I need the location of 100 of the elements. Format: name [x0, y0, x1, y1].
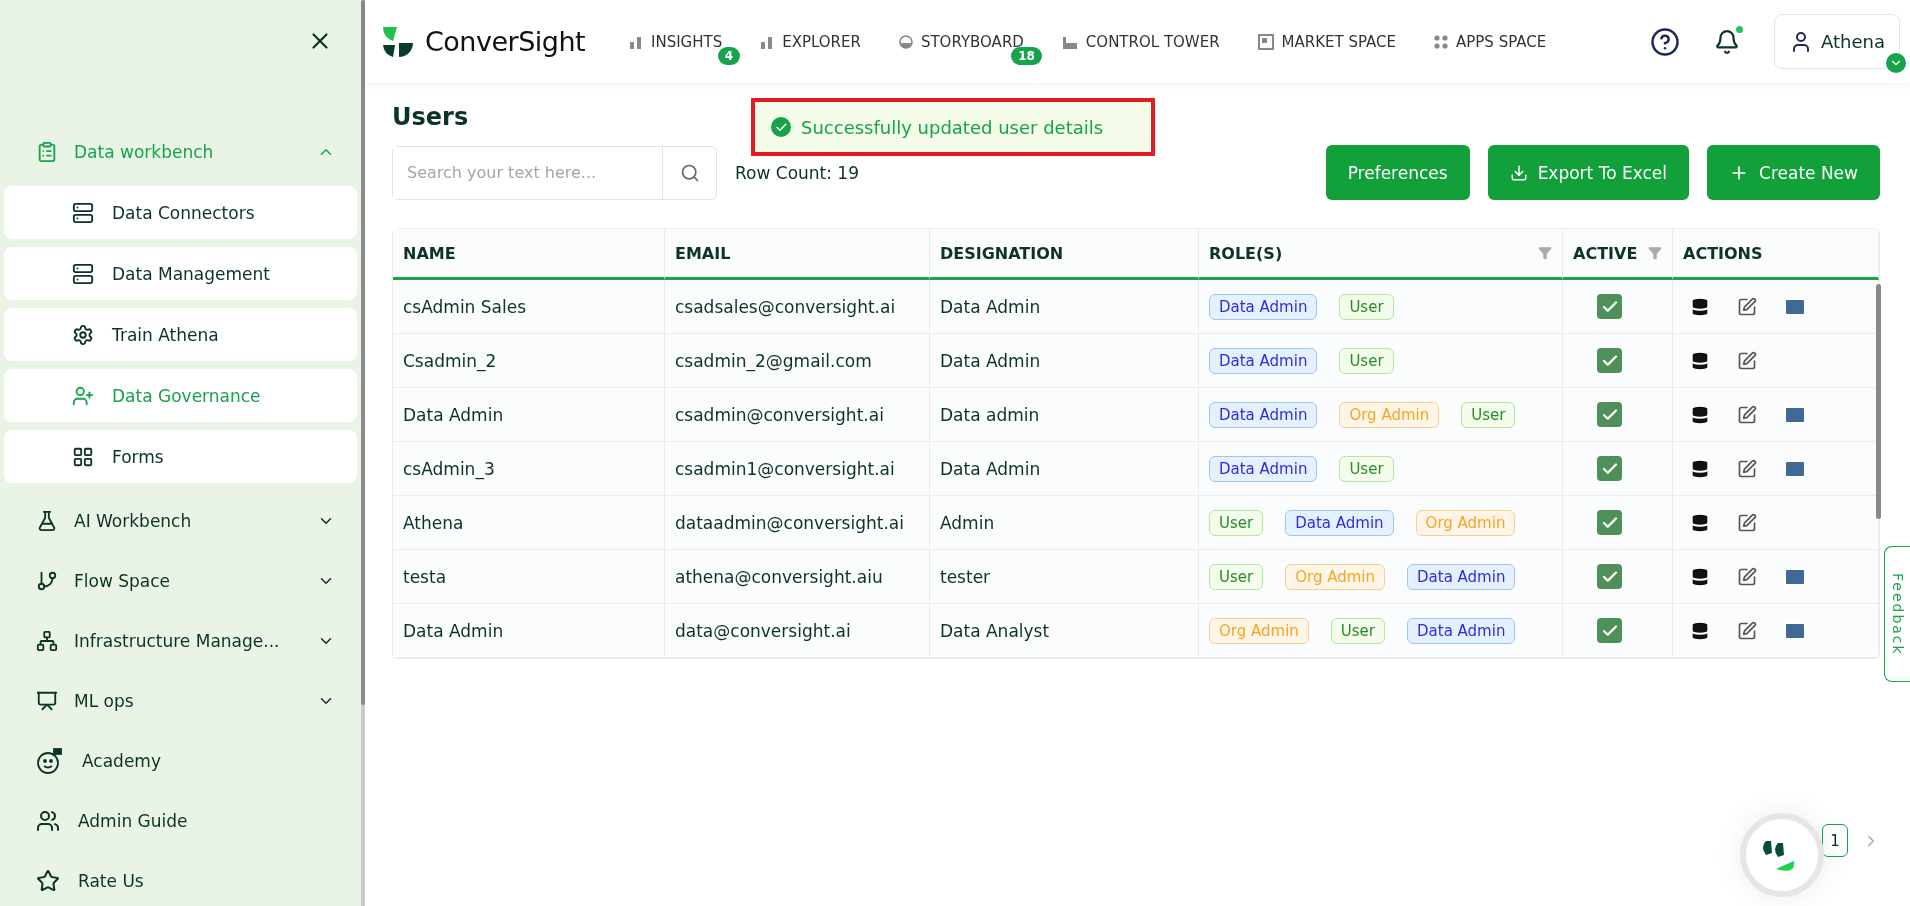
role-tag: Org Admin — [1339, 401, 1440, 428]
edit-icon[interactable] — [1737, 350, 1757, 371]
toast-message: Successfully updated user details — [801, 116, 1104, 138]
table-cell: csAdmin_3 — [393, 442, 665, 496]
role-tag: Data Admin — [1285, 509, 1394, 536]
table-cell: csadmin_2@gmail.com — [665, 334, 930, 388]
database-icon[interactable] — [1689, 457, 1711, 480]
sidebar-link[interactable]: Admin Guide — [0, 791, 361, 851]
role-tag: Data Admin — [1407, 617, 1516, 644]
active-checkbox[interactable] — [1597, 618, 1622, 643]
help-icon[interactable] — [1650, 26, 1680, 57]
role-tag: User — [1339, 293, 1394, 320]
column-header[interactable]: NAME — [393, 229, 665, 280]
smiley-icon — [36, 747, 64, 775]
role-tag: Data Admin — [1407, 563, 1516, 590]
sidebar-item-icon — [36, 510, 58, 532]
table-cell: Data Admin — [930, 280, 1199, 334]
table-cell: testa — [393, 550, 665, 604]
database-icon[interactable] — [1689, 619, 1711, 642]
sidebar-item-icon — [72, 445, 94, 468]
sidebar-item[interactable]: Forms — [4, 430, 357, 483]
nav-link[interactable]: MARKET SPACE — [1257, 32, 1396, 51]
role-tag: User — [1209, 563, 1264, 590]
role-tag: User — [1339, 455, 1394, 482]
sidebar-item-icon — [36, 630, 58, 652]
active-checkbox[interactable] — [1597, 402, 1622, 427]
download-icon — [1509, 163, 1528, 182]
edit-icon[interactable] — [1737, 512, 1757, 533]
table-cell: Data Admin — [393, 388, 665, 442]
table-cell: Data Admin — [930, 442, 1199, 496]
role-tag: Data Admin — [1209, 347, 1318, 374]
edit-icon[interactable] — [1737, 620, 1757, 641]
role-tag: Org Admin — [1415, 509, 1516, 536]
apps-icon — [1434, 34, 1448, 49]
page-button[interactable]: 1 — [1822, 824, 1848, 857]
nav-link[interactable]: CONTROL TOWER — [1061, 32, 1220, 51]
table-cell: Admin — [930, 496, 1199, 550]
active-checkbox[interactable] — [1597, 294, 1622, 319]
page-title: Users — [392, 103, 469, 131]
nav-link[interactable]: EXPLORER — [760, 32, 861, 51]
sidebar-item-icon — [72, 384, 94, 407]
column-header[interactable]: EMAIL — [665, 229, 930, 280]
column-header[interactable]: ACTIONS — [1673, 229, 1879, 280]
sidebar-group[interactable]: ML ops — [0, 671, 361, 731]
column-header[interactable]: ACTIVE — [1563, 229, 1673, 280]
database-icon[interactable] — [1689, 349, 1711, 372]
table-cell: dataadmin@conversight.ai — [665, 496, 930, 550]
sidebar-item[interactable]: Data Management — [4, 247, 357, 300]
sidebar-group[interactable]: Flow Space — [0, 551, 361, 611]
search-field[interactable]: Search your text here... — [392, 145, 717, 200]
bar-chart-icon — [629, 34, 643, 49]
bar-chart-icon — [760, 34, 775, 49]
database-icon[interactable] — [1689, 511, 1711, 534]
sidebar-item-icon — [36, 141, 58, 163]
column-header[interactable]: ROLE(S) — [1199, 229, 1563, 280]
logo-text: ConverSight — [425, 26, 586, 57]
table-cell: Data Admin — [930, 334, 1199, 388]
edit-icon[interactable] — [1737, 404, 1757, 425]
edit-icon[interactable] — [1737, 566, 1757, 587]
active-checkbox[interactable] — [1597, 510, 1622, 535]
sidebar-item-icon — [72, 323, 94, 346]
table-cell: tester — [930, 550, 1199, 604]
count-badge: 4 — [717, 46, 741, 65]
table-cell: Data Analyst — [930, 604, 1199, 658]
active-checkbox[interactable] — [1597, 456, 1622, 481]
table-cell: Data Admin — [393, 604, 665, 658]
sidebar-link[interactable]: Rate Us — [0, 851, 361, 906]
row-count: Row Count: 19 — [735, 162, 859, 183]
database-icon[interactable] — [1689, 403, 1711, 426]
database-icon[interactable] — [1689, 295, 1711, 318]
role-tag: Data Admin — [1209, 455, 1318, 482]
column-header[interactable]: DESIGNATION — [930, 229, 1199, 280]
table-cell: csadmin1@conversight.ai — [665, 442, 930, 496]
nav-link[interactable]: APPS SPACE — [1434, 32, 1547, 51]
caret-icon[interactable] — [1886, 53, 1906, 73]
sidebar-item-icon — [72, 201, 94, 224]
edit-icon[interactable] — [1737, 458, 1757, 479]
table-cell: csadsales@conversight.ai — [665, 280, 930, 334]
active-checkbox[interactable] — [1597, 564, 1622, 589]
sidebar-group[interactable]: Infrastructure Manage... — [0, 611, 361, 671]
table-cell: Athena — [393, 496, 665, 550]
sidebar-group[interactable]: AI Workbench — [0, 491, 361, 551]
notification-bell-icon[interactable] — [1714, 28, 1740, 55]
role-tag: Data Admin — [1209, 401, 1318, 428]
sidebar-item-icon — [72, 262, 94, 285]
role-tag: Org Admin — [1285, 563, 1385, 590]
user-menu-button[interactable]: Athena — [1774, 14, 1900, 69]
sidebar-item-icon — [36, 690, 58, 712]
edit-icon[interactable] — [1737, 296, 1757, 317]
sidebar-item[interactable]: Train Athena — [4, 308, 357, 361]
database-icon[interactable] — [1689, 565, 1711, 588]
table-cell: data@conversight.ai — [665, 604, 930, 658]
sidebar-link[interactable]: Academy — [0, 731, 361, 791]
role-tag: Org Admin — [1209, 617, 1309, 644]
role-tag: User — [1339, 347, 1394, 374]
role-tag: User — [1461, 401, 1516, 428]
active-checkbox[interactable] — [1597, 348, 1622, 373]
table-cell: csAdmin Sales — [393, 280, 665, 334]
check-circle-icon — [771, 117, 791, 137]
sidebar-item[interactable]: Data Connectors — [4, 186, 357, 239]
